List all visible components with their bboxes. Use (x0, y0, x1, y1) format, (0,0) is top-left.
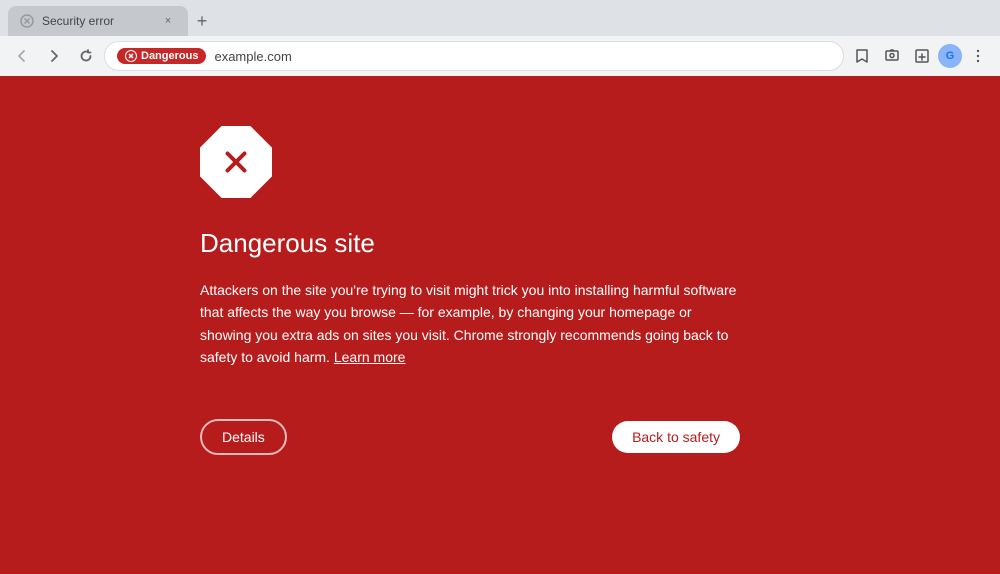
learn-more-link[interactable]: Learn more (334, 349, 406, 365)
reload-button[interactable] (72, 42, 100, 70)
address-bar[interactable]: Dangerous example.com (104, 41, 844, 71)
page-title: Dangerous site (200, 228, 375, 259)
error-x-icon (218, 144, 254, 180)
back-button[interactable] (8, 42, 36, 70)
dangerous-badge: Dangerous (117, 48, 206, 64)
details-button[interactable]: Details (200, 419, 287, 455)
dangerous-label: Dangerous (141, 50, 198, 62)
url-display: example.com (214, 49, 291, 64)
tab-bar: Security error × + (0, 0, 1000, 36)
new-tab-button[interactable]: + (188, 7, 216, 35)
menu-button[interactable] (964, 42, 992, 70)
browser-tab[interactable]: Security error × (8, 6, 188, 36)
action-buttons-row: Details Back to safety (200, 419, 740, 455)
page-description: Attackers on the site you're trying to v… (200, 279, 740, 369)
tab-close-button[interactable]: × (160, 13, 176, 29)
warning-icon-container (200, 126, 272, 198)
error-page: Dangerous site Attackers on the site you… (0, 76, 1000, 574)
bookmark-button[interactable] (848, 42, 876, 70)
save-button[interactable] (908, 42, 936, 70)
tab-security-icon (20, 14, 34, 28)
toolbar-actions: G (848, 42, 992, 70)
browser-chrome: Security error × + Dangerous example.co (0, 0, 1000, 76)
back-to-safety-button[interactable]: Back to safety (612, 421, 740, 453)
toolbar: Dangerous example.com G (0, 36, 1000, 76)
forward-button[interactable] (40, 42, 68, 70)
description-text: Attackers on the site you're trying to v… (200, 282, 736, 365)
tab-title: Security error (42, 14, 152, 28)
screenshot-button[interactable] (878, 42, 906, 70)
profile-avatar[interactable]: G (938, 44, 962, 68)
